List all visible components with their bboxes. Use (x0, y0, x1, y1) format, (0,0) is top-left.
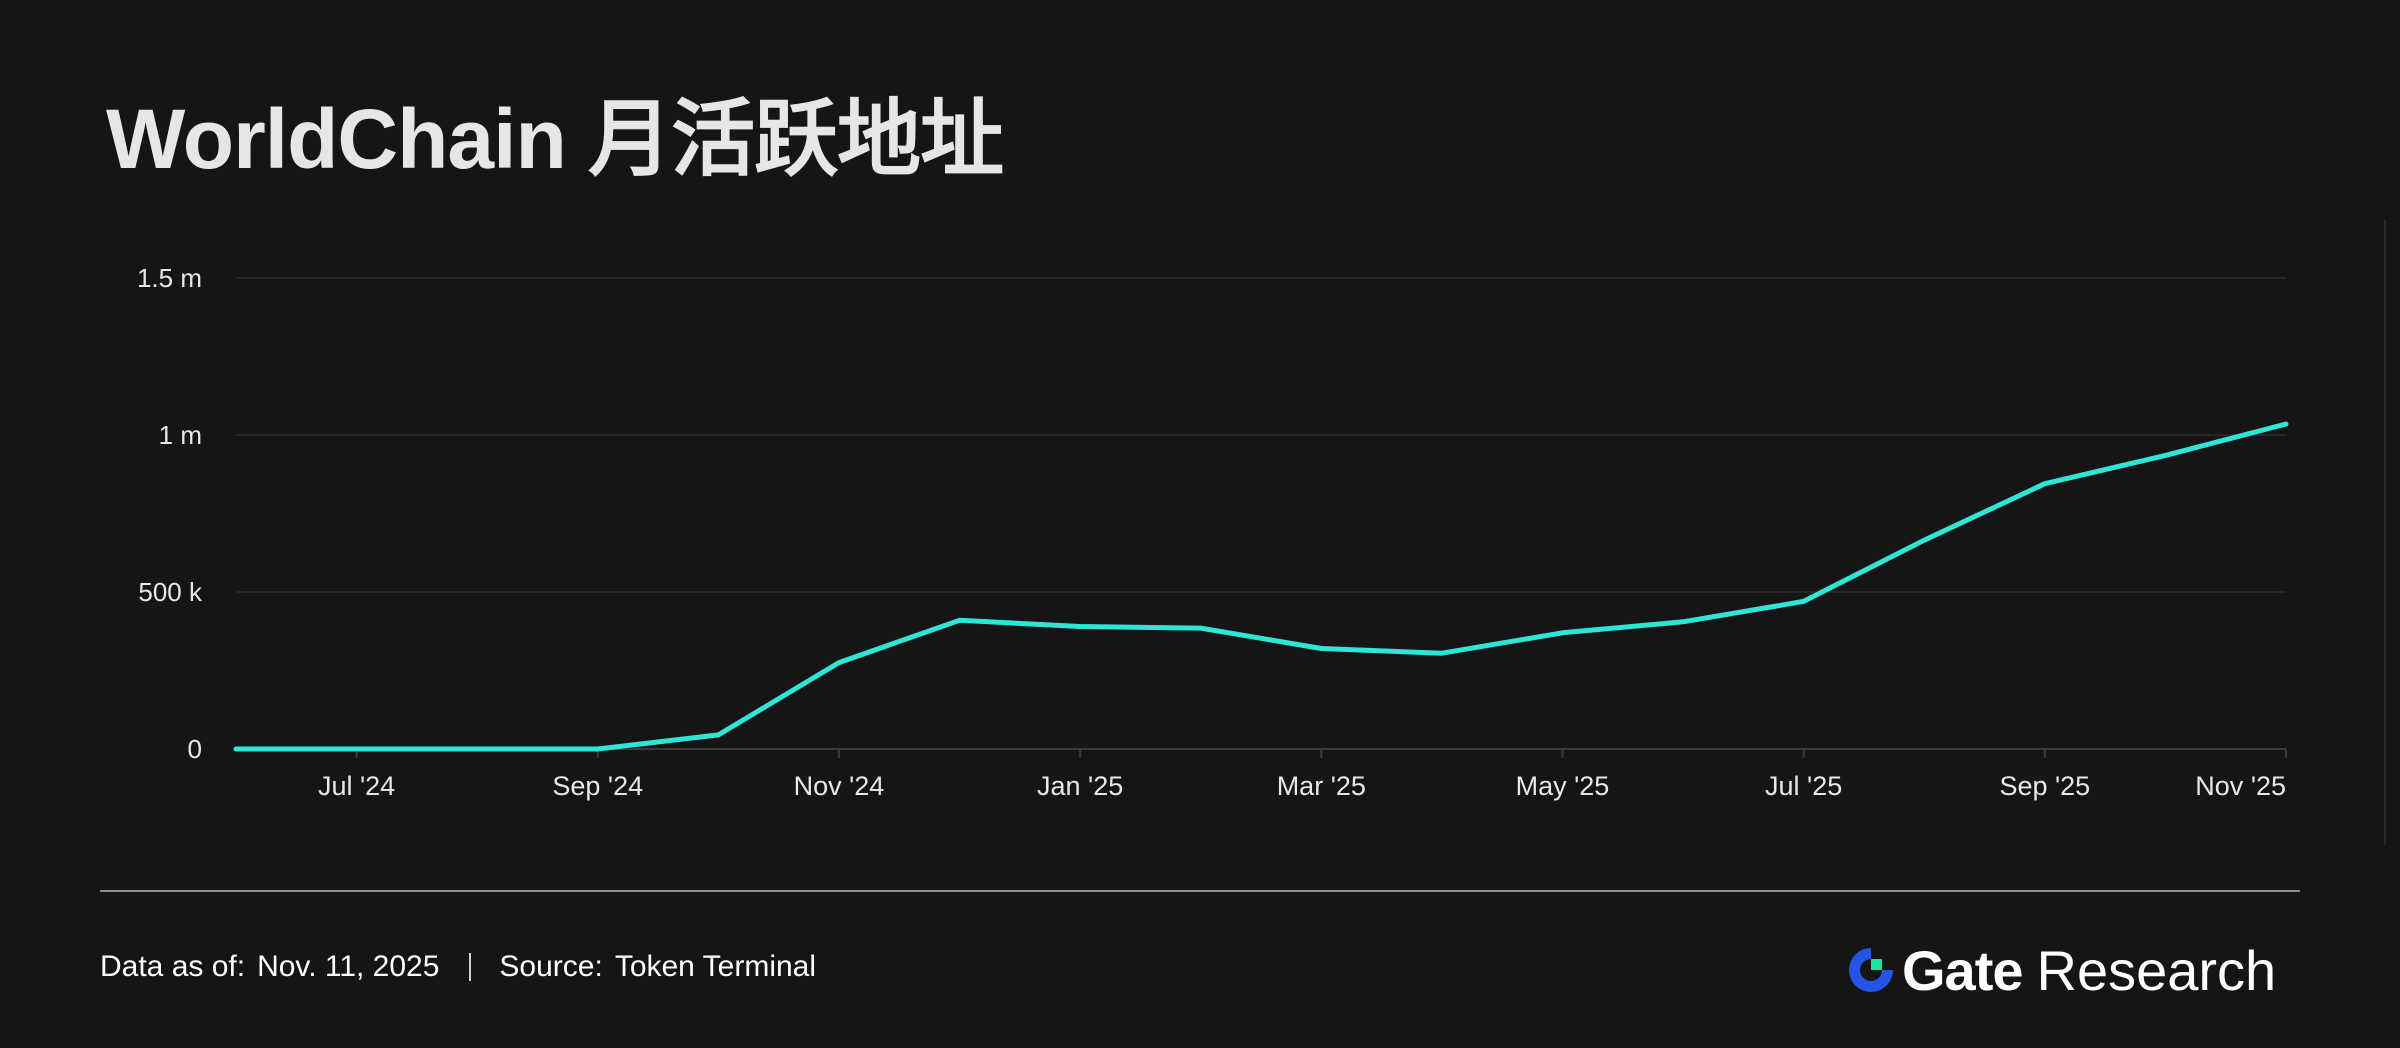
series-line (233, 421, 2289, 752)
x-tick-label: Mar '25 (1277, 771, 1366, 801)
y-tick-label: 1 m (159, 420, 202, 450)
footer-separator (469, 953, 472, 981)
x-tick-label: Jan '25 (1037, 771, 1123, 801)
chart-right-edge (2384, 220, 2386, 845)
brand: Gate Research (1846, 938, 2276, 1002)
y-axis-ticks: 0 500 k 1 m 1.5 m (137, 263, 203, 764)
gate-logo-icon (1849, 948, 1893, 992)
footer-divider (100, 890, 2300, 892)
brand-name: Gate (1902, 938, 2023, 1002)
x-tick-label: Jul '24 (318, 771, 395, 801)
x-tick-label: Sep '24 (552, 771, 643, 801)
x-tick-label: Jul '25 (1765, 771, 1842, 801)
y-tick-label: 500 k (138, 577, 203, 607)
x-tick-label: Sep '25 (1999, 771, 2090, 801)
data-as-of-label: Data as of: (100, 950, 246, 983)
data-as-of-value: Nov. 11, 2025 (257, 950, 440, 983)
y-tick-label: 0 (188, 734, 202, 764)
source-label: Source: (499, 950, 603, 983)
grid-lines (236, 277, 2286, 593)
source-value: Token Terminal (614, 950, 817, 983)
brand-suffix: Research (2036, 938, 2277, 1002)
footer: Data as of: Nov. 11, 2025 Source: Token … (100, 950, 816, 984)
y-tick-label: 1.5 m (137, 263, 202, 293)
x-tick-label: Nov '25 (2195, 771, 2286, 801)
x-tick-label: May '25 (1516, 771, 1610, 801)
series-layer (233, 421, 2289, 752)
line-chart: 0 500 k 1 m 1.5 m Jul '24 Sep '24 Nov '24 Jan … (137, 263, 2289, 801)
x-axis: Jul '24 Sep '24 Nov '24 Jan '25 Mar '25 May '… (236, 748, 2287, 801)
x-tick-label: Nov '24 (794, 771, 885, 801)
